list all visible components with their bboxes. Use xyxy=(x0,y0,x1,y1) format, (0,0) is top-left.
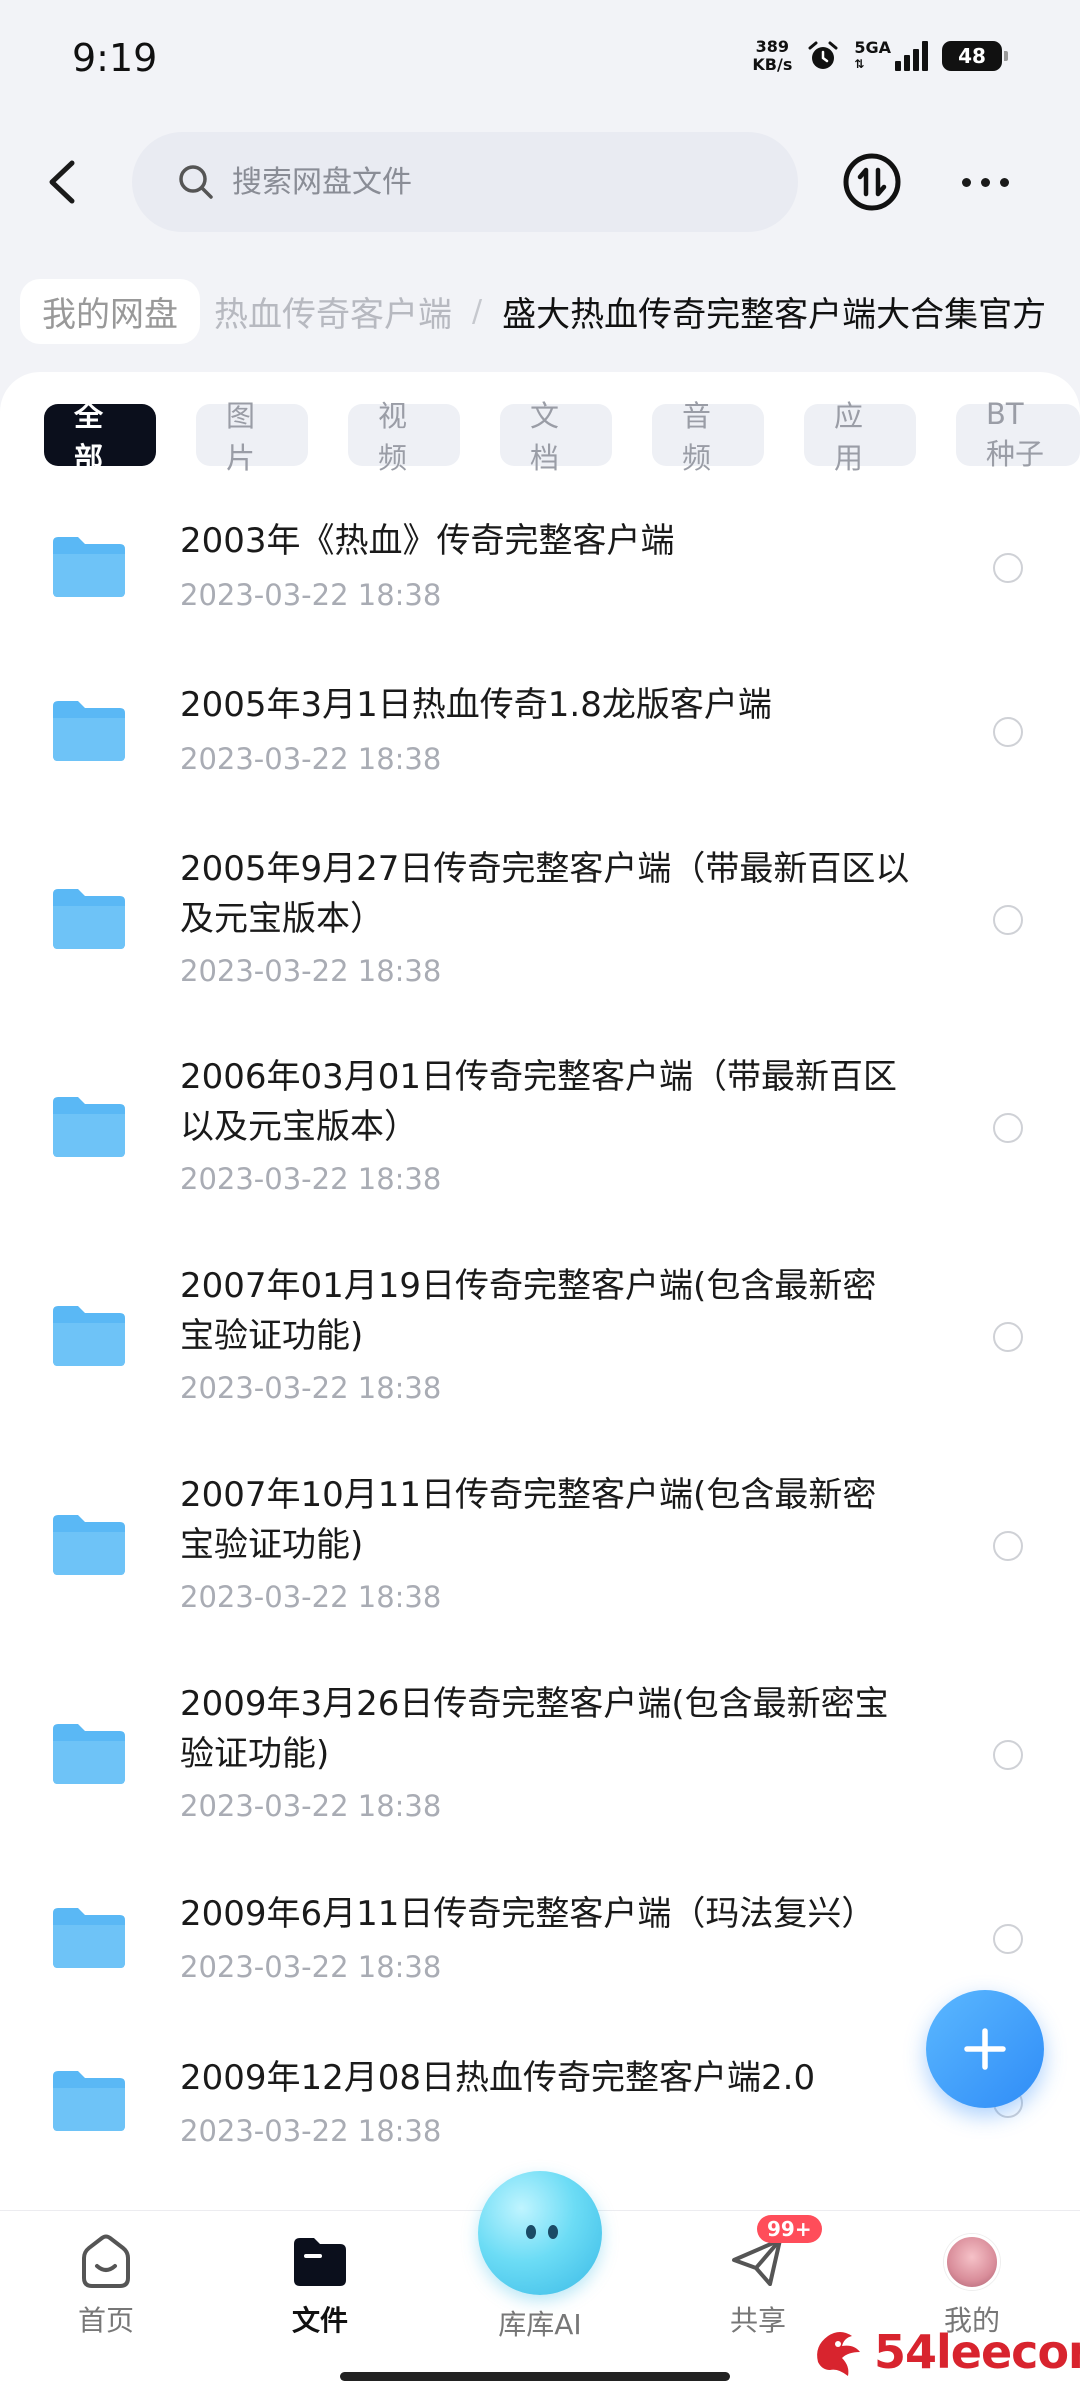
network-type-label: 5GA xyxy=(854,38,891,57)
file-name: 2007年10月11日传奇完整客户端(包含最新密宝验证功能) xyxy=(180,1475,877,1565)
breadcrumb: 我的网盘 热血传奇客户端 / 盛大热血传奇完整客户端大合集官方 xyxy=(20,278,1046,344)
folder-icon xyxy=(53,537,125,597)
signal-group: 5GA ⇅ xyxy=(854,40,928,72)
data-arrows-icon: ⇅ xyxy=(854,57,865,71)
file-list-card: 全部 图片 视频 文档 音频 应用 BT种子 2003年《热血》传奇完整客户端 … xyxy=(0,372,1080,2212)
search-input[interactable] xyxy=(232,164,752,200)
add-button[interactable] xyxy=(926,1990,1044,2108)
folder-icon xyxy=(53,701,125,761)
top-bar xyxy=(0,132,1080,232)
select-checkbox[interactable] xyxy=(993,1740,1023,1770)
file-name: 2007年01月19日传奇完整客户端(包含最新密宝验证功能) xyxy=(180,1266,877,1356)
signal-icon xyxy=(895,41,928,71)
folder-icon xyxy=(53,2071,125,2131)
back-arrow-icon xyxy=(49,160,75,204)
more-options-button[interactable] xyxy=(950,152,1020,212)
filter-tab-videos[interactable]: 视频 xyxy=(348,399,460,475)
home-icon xyxy=(75,2231,137,2293)
net-speed-unit: KB/s xyxy=(752,55,793,74)
file-date: 2023-03-22 18:38 xyxy=(180,1580,442,1614)
status-bar: 9:19 389 KB/s 5GA ⇅ 48 xyxy=(0,0,1080,120)
kuku-ai-button[interactable] xyxy=(478,2171,602,2295)
folder-icon xyxy=(53,889,125,949)
net-speed: 389 KB/s xyxy=(752,38,792,74)
file-date: 2023-03-22 18:38 xyxy=(180,1371,442,1405)
filter-tab-bt[interactable]: BT种子 xyxy=(956,397,1080,471)
avatar-wrap xyxy=(941,2231,1003,2293)
folder-filled-icon xyxy=(289,2231,351,2293)
nav-share-label: 共享 xyxy=(729,2304,786,2337)
select-checkbox[interactable] xyxy=(993,553,1023,583)
select-checkbox[interactable] xyxy=(993,1322,1023,1352)
dot xyxy=(980,177,990,187)
battery-icon: 48 xyxy=(942,41,1008,71)
search-icon xyxy=(179,165,213,199)
search-box[interactable] xyxy=(132,132,798,232)
nav-home-label: 首页 xyxy=(77,2304,134,2337)
file-name: 2009年6月11日传奇完整客户端（玛法复兴） xyxy=(180,1894,876,1934)
file-name: 2005年3月1日热血传奇1.8龙版客户端 xyxy=(180,685,772,725)
watermark-text: 54leecom xyxy=(874,2325,1080,2379)
breadcrumb-root[interactable]: 我的网盘 xyxy=(20,278,200,344)
transfer-icon[interactable] xyxy=(842,152,902,212)
breadcrumb-current: 盛大热血传奇完整客户端大合集官方 xyxy=(502,294,1047,335)
avatar xyxy=(944,2234,1000,2290)
file-date: 2023-03-22 18:38 xyxy=(180,1162,442,1196)
watermark: 54leecom xyxy=(808,2322,1080,2382)
folder-icon xyxy=(53,1724,125,1784)
select-checkbox[interactable] xyxy=(993,1113,1023,1143)
ai-eye xyxy=(548,2225,558,2239)
breadcrumb-separator: / xyxy=(472,293,483,329)
network-type: 5GA ⇅ xyxy=(854,40,891,72)
dot xyxy=(999,177,1009,187)
folder-icon xyxy=(53,1306,125,1366)
dot xyxy=(961,177,971,187)
file-name: 2009年3月26日传奇完整客户端(包含最新密宝验证功能) xyxy=(180,1684,889,1774)
status-icons: 389 KB/s 5GA ⇅ 48 xyxy=(752,38,1008,74)
plus-icon xyxy=(964,2028,1006,2070)
dragon-logo-icon xyxy=(817,2332,860,2376)
alarm-icon xyxy=(808,41,838,69)
filter-tab-all[interactable]: 全部 xyxy=(44,399,156,475)
battery-level: 48 xyxy=(958,44,986,68)
folder-icon xyxy=(53,1515,125,1575)
share-badge: 99+ xyxy=(757,2215,822,2243)
filter-tabs: 全部 图片 视频 文档 音频 应用 BT种子 xyxy=(44,397,1080,475)
select-checkbox[interactable] xyxy=(993,1924,1023,1954)
file-date: 2023-03-22 18:38 xyxy=(180,1950,442,1984)
select-checkbox[interactable] xyxy=(993,905,1023,935)
breadcrumb-parent[interactable]: 热血传奇客户端 xyxy=(200,287,466,336)
folder-icon xyxy=(53,1097,125,1157)
back-button[interactable] xyxy=(32,152,92,212)
nav-home[interactable]: 首页 xyxy=(36,2231,176,2339)
file-name: 2003年《热血》传奇完整客户端 xyxy=(180,521,675,561)
folder-icon xyxy=(53,1908,125,1968)
select-checkbox[interactable] xyxy=(993,1531,1023,1561)
filter-tab-audio[interactable]: 音频 xyxy=(652,399,764,475)
file-date: 2023-03-22 18:38 xyxy=(180,2114,442,2148)
nav-ai-label: 库库AI xyxy=(498,2308,582,2341)
net-speed-value: 389 xyxy=(755,37,790,56)
file-date: 2023-03-22 18:38 xyxy=(180,578,442,612)
file-name: 2005年9月27日传奇完整客户端（带最新百区以及元宝版本） xyxy=(180,849,910,939)
filter-tab-apps[interactable]: 应用 xyxy=(804,399,916,475)
ai-eye xyxy=(526,2225,536,2239)
paper-plane-icon: 99+ xyxy=(727,2215,822,2293)
nav-files-label: 文件 xyxy=(291,2304,348,2337)
select-checkbox[interactable] xyxy=(993,717,1023,747)
filter-tab-documents[interactable]: 文档 xyxy=(500,399,612,475)
status-time: 9:19 xyxy=(72,36,158,80)
filter-tab-images[interactable]: 图片 xyxy=(196,399,308,475)
nav-files[interactable]: 文件 xyxy=(250,2231,390,2339)
file-date: 2023-03-22 18:38 xyxy=(180,1789,442,1823)
screen: 9:19 389 KB/s 5GA ⇅ 48 搜索网盘文件 我的网盘 热血传奇客… xyxy=(0,0,1080,2400)
file-name: 2006年03月01日传奇完整客户端（带最新百区以及元宝版本） xyxy=(180,1057,898,1147)
home-indicator xyxy=(340,2372,730,2381)
nav-share[interactable]: 99+ 共享 xyxy=(688,2215,828,2339)
file-name: 2009年12月08日热血传奇完整客户端2.0 xyxy=(180,2058,816,2098)
file-date: 2023-03-22 18:38 xyxy=(180,954,442,988)
file-date: 2023-03-22 18:38 xyxy=(180,742,442,776)
